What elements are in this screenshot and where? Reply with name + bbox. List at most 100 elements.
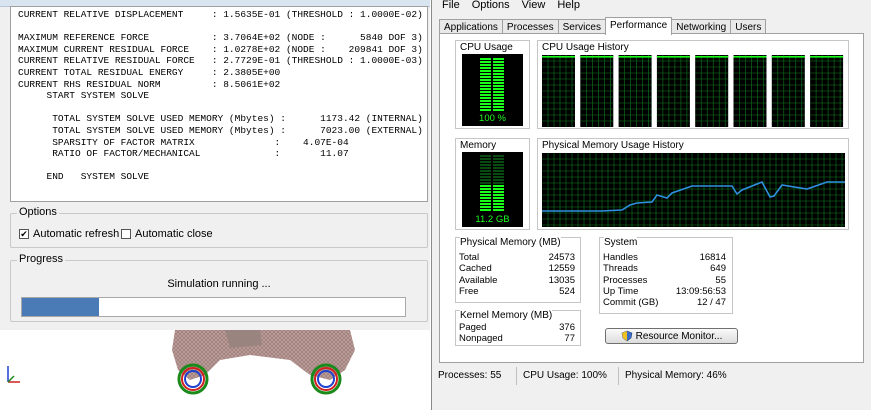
meter-segment xyxy=(480,197,491,199)
meter-segment xyxy=(493,164,504,166)
meter-segment xyxy=(480,85,491,87)
row-value: 12559 xyxy=(548,263,575,275)
menu-file[interactable]: File xyxy=(442,0,460,13)
kernel-memory-group: Kernel Memory (MB) Paged 376 Nonpaged 77 xyxy=(455,310,581,346)
meter-segment xyxy=(480,206,491,208)
meter-segment xyxy=(480,164,491,166)
meter-segment xyxy=(493,91,504,93)
meter-segment xyxy=(493,155,504,157)
cpu-history-graphs xyxy=(542,55,844,127)
table-row: Threads 649 xyxy=(603,263,726,274)
meter-segment xyxy=(480,182,491,184)
meter-segment xyxy=(493,79,504,81)
meter-segment xyxy=(480,203,491,205)
meter-segment xyxy=(480,67,491,69)
row-value: 24573 xyxy=(548,252,575,263)
meter-segment xyxy=(493,191,504,193)
row-label: Processes xyxy=(603,274,648,286)
model-viewport[interactable] xyxy=(0,330,430,410)
resource-monitor-button[interactable]: Resource Monitor... xyxy=(605,328,738,344)
meter-segment xyxy=(480,109,491,111)
solver-window: CURRENT RELATIVE DISPLACEMENT : 1.5635E-… xyxy=(0,0,430,330)
meter-segment xyxy=(480,64,491,66)
meter-segment xyxy=(493,67,504,69)
meter-segment xyxy=(480,179,491,181)
meter-segment xyxy=(480,58,491,60)
meter-segment xyxy=(493,64,504,66)
cpu-usage-title: CPU Usage xyxy=(460,42,513,53)
row-value: 13:09:56:53 xyxy=(675,285,726,297)
progress-title: Progress xyxy=(17,253,66,265)
menu-help[interactable]: Help xyxy=(557,0,580,13)
progress-percent-label: 40 % xyxy=(135,301,158,313)
meter-segment xyxy=(480,88,491,90)
meter-segment xyxy=(480,100,491,102)
meter-segment xyxy=(480,70,491,72)
memory-meter: 11.2 GB xyxy=(462,152,523,227)
meter-segment xyxy=(493,203,504,205)
physical-memory-group: Physical Memory (MB) Total 24573 Cached 12… xyxy=(455,237,581,303)
meter-segment xyxy=(493,176,504,178)
cpu-usage-value: 100 % xyxy=(479,113,506,124)
status-bar: Processes: 55 CPU Usage: 100% Physical M… xyxy=(432,367,871,385)
row-value: 77 xyxy=(564,333,575,345)
table-row: Handles 16814 xyxy=(603,252,726,263)
meter-segment xyxy=(480,176,491,178)
row-label: Threads xyxy=(603,263,638,275)
meter-segment xyxy=(480,94,491,96)
meter-segment xyxy=(493,161,504,163)
row-value: 376 xyxy=(559,322,575,333)
resource-monitor-label: Resource Monitor... xyxy=(635,330,723,342)
meter-segment xyxy=(480,91,491,93)
tab-performance[interactable]: Performance xyxy=(604,17,673,35)
meter-segment xyxy=(480,79,491,81)
menu-view[interactable]: View xyxy=(522,0,546,13)
meter-segment xyxy=(493,206,504,208)
row-value: 12 / 47 xyxy=(696,297,726,309)
meter-segment xyxy=(480,155,491,157)
meter-segment xyxy=(493,82,504,84)
table-row: Processes 55 xyxy=(603,275,726,286)
cpu-core-load-line xyxy=(810,56,844,58)
options-title: Options xyxy=(17,206,59,218)
task-manager-window: File Options View Help Applications Proc… xyxy=(431,0,871,410)
shield-icon xyxy=(621,330,632,342)
meter-segment xyxy=(493,197,504,199)
system-table: Handles 16814 Threads 649 Processes 55 Up T… xyxy=(603,252,726,308)
meter-segment xyxy=(493,158,504,160)
cpu-core-load-line xyxy=(542,56,575,58)
meter-segment xyxy=(493,185,504,187)
meter-segment xyxy=(480,161,491,163)
kernel-memory-title: Kernel Memory (MB) xyxy=(460,310,553,321)
axis-triad-icon xyxy=(7,366,20,383)
meter-segment xyxy=(493,167,504,169)
tab-strip: Applications Processes Services Performa… xyxy=(439,17,767,35)
meter-segment xyxy=(493,88,504,90)
checkbox-box[interactable]: ✔ xyxy=(19,229,29,239)
automatic-refresh-checkbox[interactable]: ✔ Automatic refresh xyxy=(19,228,119,240)
meter-segment xyxy=(493,58,504,60)
row-label: Cached xyxy=(459,263,492,275)
row-label: Paged xyxy=(459,322,487,333)
meter-segment xyxy=(493,170,504,172)
meter-segment xyxy=(493,76,504,78)
status-physical-memory: Physical Memory: 46% xyxy=(625,370,727,381)
meter-segment xyxy=(480,170,491,172)
checkbox-box[interactable] xyxy=(121,229,131,239)
menu-options[interactable]: Options xyxy=(472,0,510,13)
status-processes: Processes: 55 xyxy=(432,367,517,385)
automatic-close-checkbox[interactable]: Automatic close xyxy=(121,228,213,240)
row-label: Total xyxy=(459,252,480,263)
cpu-history-panel: CPU Usage History xyxy=(537,40,849,129)
meter-segment xyxy=(493,200,504,202)
performance-panel: CPU Usage 100 % CPU Usage History Memory… xyxy=(439,33,864,363)
system-group: System Handles 16814 Threads 649 Processes… xyxy=(599,237,733,314)
memory-panel: Memory 11.2 GB xyxy=(455,138,530,230)
row-label: Nonpaged xyxy=(459,333,503,345)
meter-segment xyxy=(493,179,504,181)
solver-log-output[interactable]: CURRENT RELATIVE DISPLACEMENT : 1.5635E-… xyxy=(10,6,428,202)
meter-segment xyxy=(480,185,491,187)
cpu-core-load-line xyxy=(733,56,767,58)
meter-segment xyxy=(480,191,491,193)
row-value: 524 xyxy=(559,285,575,297)
